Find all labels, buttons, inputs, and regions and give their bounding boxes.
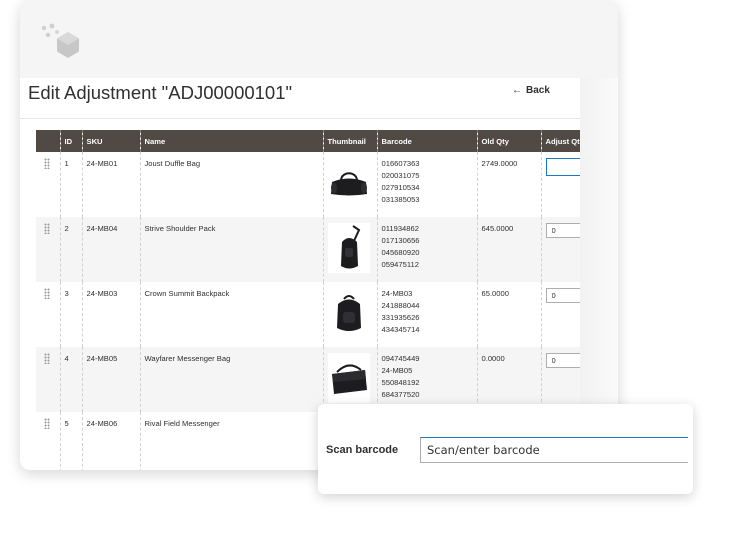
col-header-drag bbox=[36, 130, 60, 152]
barcode: 24-MB05 bbox=[381, 366, 413, 375]
drag-handle-icon[interactable] bbox=[44, 158, 50, 169]
row-adjust-cell bbox=[540, 282, 580, 347]
barcode: 24-MB03 bbox=[381, 289, 413, 298]
row-id: 3 bbox=[59, 282, 82, 347]
row-old-qty: 645.0000 bbox=[476, 217, 541, 282]
scan-barcode-label: Scan barcode bbox=[326, 444, 399, 456]
col-header-old-qty[interactable]: Old Qty bbox=[476, 130, 541, 152]
row-id: 2 bbox=[59, 217, 82, 282]
scan-barcode-panel: Scan barcode bbox=[318, 404, 693, 494]
back-arrow-icon: ← bbox=[512, 85, 522, 96]
adjust-qty-input[interactable] bbox=[545, 223, 580, 238]
row-sku: 24-MB01 bbox=[81, 152, 140, 217]
table-header-row: ID SKU Name Thumbnail Barcode Old Qty Ad… bbox=[36, 130, 580, 152]
row-sku: 24-MB04 bbox=[81, 217, 140, 282]
row-old-qty: 0.0000 bbox=[476, 347, 541, 412]
adjust-qty-input[interactable] bbox=[545, 288, 580, 303]
row-id: 1 bbox=[59, 152, 82, 217]
row-old-qty: 2749.0000 bbox=[476, 152, 541, 217]
row-barcodes: 094745449 24-MB05 550848192 684377520 bbox=[376, 347, 477, 412]
col-header-adjust-qty[interactable]: Adjust Qty bbox=[540, 130, 580, 152]
row-id: 4 bbox=[59, 347, 82, 412]
drag-handle-icon[interactable] bbox=[44, 223, 50, 234]
row-old-qty: 65.0000 bbox=[476, 282, 541, 347]
row-thumbnail-cell bbox=[322, 347, 377, 412]
top-bar bbox=[20, 0, 618, 78]
row-sku: 24-MB06 bbox=[81, 412, 140, 470]
col-header-thumbnail: Thumbnail bbox=[322, 130, 377, 152]
row-name: Crown Summit Backpack bbox=[139, 282, 323, 347]
adjust-qty-input[interactable] bbox=[545, 158, 580, 176]
barcode: 094745449 bbox=[381, 354, 420, 363]
row-thumbnail-cell bbox=[322, 282, 377, 347]
product-thumbnail[interactable] bbox=[327, 288, 370, 338]
back-label: Back bbox=[526, 85, 550, 96]
row-barcodes: 24-MB03 241888044 331935626 434345714 bbox=[376, 282, 477, 347]
table-row: 4 24-MB05 Wayfarer Messenger Bag 0947454… bbox=[36, 347, 580, 412]
product-thumbnail[interactable] bbox=[327, 158, 370, 208]
back-button[interactable]: ← Back bbox=[512, 85, 550, 96]
backpack-icon bbox=[336, 295, 361, 331]
barcode: 027910534 bbox=[381, 183, 420, 192]
barcode: 684377520 bbox=[381, 390, 420, 399]
adjust-qty-input[interactable] bbox=[545, 353, 580, 368]
row-thumbnail-cell bbox=[322, 217, 377, 282]
row-id: 5 bbox=[59, 412, 82, 470]
drag-handle-icon[interactable] bbox=[44, 353, 50, 364]
table-row: 3 24-MB03 Crown Summit Backpack 24-MB03 … bbox=[36, 282, 580, 347]
col-header-barcode[interactable]: Barcode bbox=[376, 130, 477, 152]
row-barcodes: 016607363 020031075 027910534 031385053 bbox=[376, 152, 477, 217]
row-name: Rival Field Messenger bbox=[139, 412, 323, 470]
barcode: 017130656 bbox=[381, 236, 420, 245]
drag-handle-icon[interactable] bbox=[44, 288, 50, 299]
col-header-name[interactable]: Name bbox=[139, 130, 323, 152]
messenger-bag-icon bbox=[331, 364, 367, 394]
adjustment-panel: Edit Adjustment "ADJ00000101" ← Back ID S… bbox=[20, 0, 618, 470]
product-thumbnail[interactable] bbox=[327, 353, 370, 403]
product-thumbnail[interactable] bbox=[327, 223, 370, 273]
row-name: Strive Shoulder Pack bbox=[139, 217, 323, 282]
barcode: 434345714 bbox=[381, 325, 420, 334]
page-header: Edit Adjustment "ADJ00000101" ← Back bbox=[20, 78, 580, 119]
barcode: 550848192 bbox=[381, 378, 420, 387]
row-adjust-cell bbox=[540, 152, 580, 217]
barcode: 011934862 bbox=[381, 224, 419, 233]
row-adjust-cell bbox=[540, 347, 580, 412]
barcode: 059475112 bbox=[381, 260, 419, 269]
table-row: 2 24-MB04 Strive Shoulder Pack 011934862… bbox=[36, 217, 580, 282]
drag-handle-icon[interactable] bbox=[44, 418, 50, 429]
col-header-sku[interactable]: SKU bbox=[81, 130, 140, 152]
row-name: Joust Duffle Bag bbox=[139, 152, 323, 217]
barcode: 331935626 bbox=[381, 313, 420, 322]
barcode: 241888044 bbox=[381, 301, 420, 310]
row-name: Wayfarer Messenger Bag bbox=[139, 347, 323, 412]
barcode: 031385053 bbox=[381, 195, 420, 204]
barcode: 045680920 bbox=[381, 248, 420, 257]
row-sku: 24-MB05 bbox=[81, 347, 140, 412]
scan-barcode-input[interactable] bbox=[420, 437, 688, 463]
col-header-id[interactable]: ID bbox=[59, 130, 82, 152]
page-title: Edit Adjustment "ADJ00000101" bbox=[28, 82, 293, 103]
duffle-bag-icon bbox=[330, 172, 367, 196]
row-barcodes: 011934862 017130656 045680920 059475112 bbox=[376, 217, 477, 282]
row-sku: 24-MB03 bbox=[81, 282, 140, 347]
table-row: 1 24-MB01 Joust Duffle Bag 016607363 020… bbox=[36, 152, 580, 217]
cube-dots-logo-icon bbox=[41, 23, 79, 58]
row-adjust-cell bbox=[540, 217, 580, 282]
barcode: 020031075 bbox=[381, 171, 420, 180]
shoulder-pack-icon bbox=[340, 225, 360, 269]
barcode: 016607363 bbox=[381, 159, 420, 168]
row-thumbnail-cell bbox=[322, 152, 377, 217]
